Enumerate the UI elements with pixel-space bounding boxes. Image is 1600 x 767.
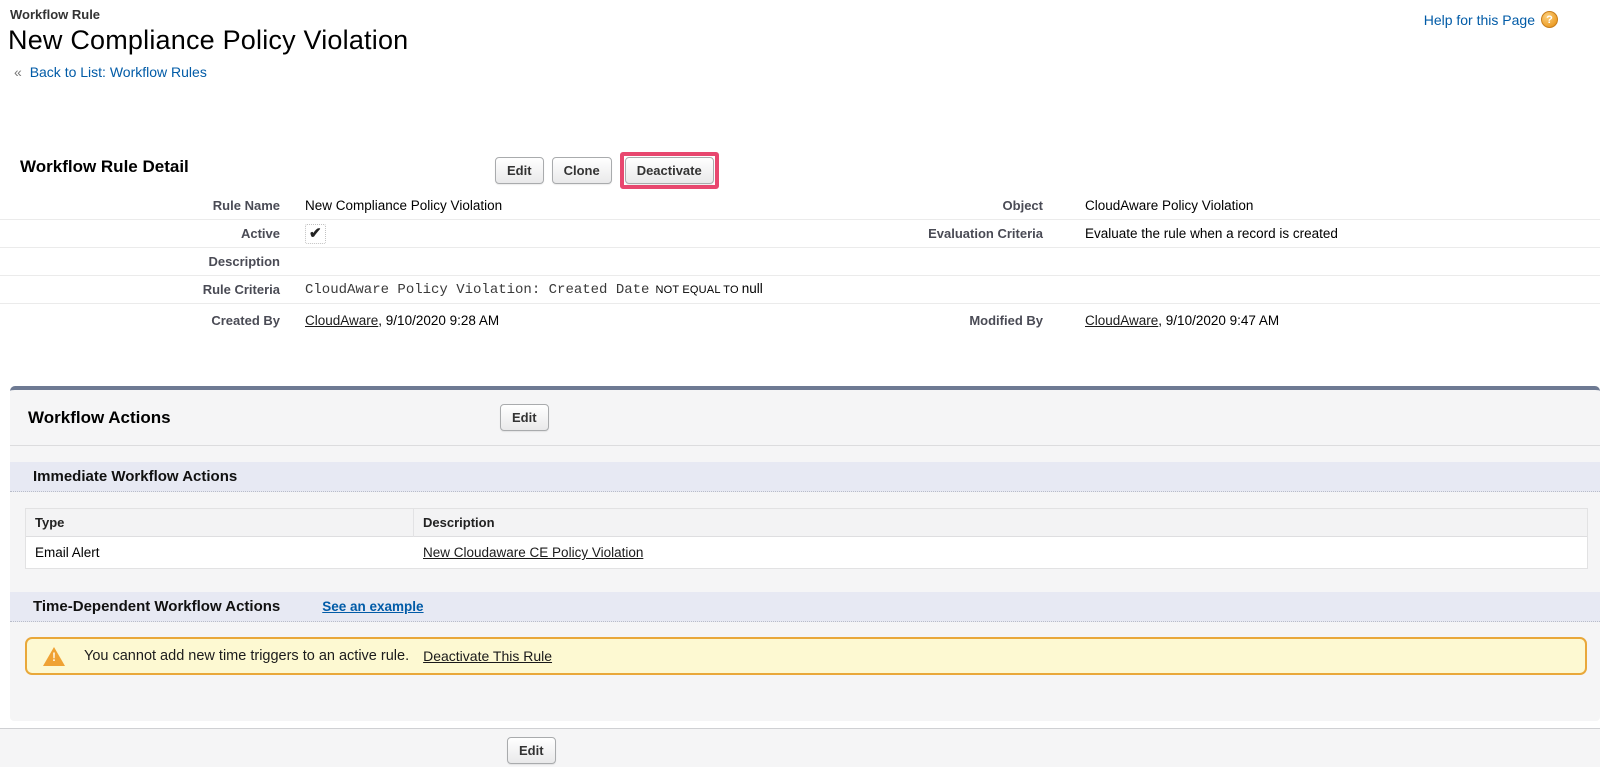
detail-row-created-by: Created By CloudAware, 9/10/2020 9:28 AM… <box>0 304 1600 337</box>
created-by-label: Created By <box>0 313 292 328</box>
created-by-value: CloudAware, 9/10/2020 9:28 AM <box>292 313 854 328</box>
evaluation-criteria-label: Evaluation Criteria <box>854 226 1055 241</box>
rule-criteria-value: CloudAware Policy Violation: Created Dat… <box>292 281 1600 298</box>
immediate-actions-heading: Immediate Workflow Actions <box>33 468 237 485</box>
criteria-expression: CloudAware Policy Violation: Created Dat… <box>305 282 649 298</box>
modified-by-label: Modified By <box>854 313 1055 328</box>
immediate-actions-bar: Immediate Workflow Actions <box>10 462 1600 492</box>
email-alert-link[interactable]: New Cloudaware CE Policy Violation <box>423 545 643 560</box>
rule-name-value: New Compliance Policy Violation <box>292 198 854 213</box>
action-type-cell: Email Alert <box>26 545 414 560</box>
created-by-date: , 9/10/2020 9:28 AM <box>378 313 499 328</box>
rule-criteria-label: Rule Criteria <box>0 282 292 297</box>
warning-message: You cannot add new time triggers to an a… <box>84 648 409 664</box>
criteria-operator: NOT EQUAL TO <box>655 284 738 296</box>
entity-type-label: Workflow Rule <box>10 7 1600 22</box>
time-dependent-actions-bar: Time-Dependent Workflow Actions See an e… <box>10 592 1600 622</box>
deactivate-button[interactable]: Deactivate <box>625 157 714 184</box>
see-an-example-link[interactable]: See an example <box>322 599 423 614</box>
back-to-list-link[interactable]: Back to List: Workflow Rules <box>30 64 207 80</box>
workflow-actions-edit-button[interactable]: Edit <box>500 404 549 431</box>
detail-row-rule-name: Rule Name New Compliance Policy Violatio… <box>0 192 1600 220</box>
column-header-type: Type <box>26 509 414 537</box>
table-header-row: Type Description <box>26 509 1587 537</box>
breadcrumb: « Back to List: Workflow Rules <box>14 64 1600 80</box>
detail-button-bar: Edit Clone Deactivate <box>495 152 719 189</box>
workflow-actions-header: Workflow Actions Edit <box>10 390 1600 446</box>
workflow-actions-heading: Workflow Actions <box>10 403 171 433</box>
created-by-user-link[interactable]: CloudAware <box>305 313 378 328</box>
page-title: New Compliance Policy Violation <box>8 25 1600 56</box>
detail-row-active: Active ✔ Evaluation Criteria Evaluate th… <box>0 220 1600 248</box>
clone-button[interactable]: Clone <box>552 157 612 184</box>
column-header-description: Description <box>414 509 1587 537</box>
deactivate-this-rule-link[interactable]: Deactivate This Rule <box>423 648 552 664</box>
workflow-rule-detail-section: Workflow Rule Detail Edit Clone Deactiva… <box>0 152 1600 337</box>
detail-section-heading: Workflow Rule Detail <box>0 152 1600 182</box>
modified-by-date: , 9/10/2020 9:47 AM <box>1158 313 1279 328</box>
immediate-actions-table: Type Description Email Alert New Cloudaw… <box>25 508 1588 569</box>
rule-name-label: Rule Name <box>0 198 292 213</box>
active-checkmark-icon: ✔ <box>305 224 326 244</box>
help-question-icon[interactable]: ? <box>1541 11 1558 28</box>
deactivate-highlight-annotation: Deactivate <box>620 152 719 189</box>
page-footer: Edit <box>0 728 1600 767</box>
help-link[interactable]: Help for this Page <box>1424 12 1535 28</box>
edit-button[interactable]: Edit <box>495 157 544 184</box>
workflow-actions-section: Workflow Actions Edit Immediate Workflow… <box>10 386 1600 721</box>
object-label: Object <box>854 198 1055 213</box>
criteria-null-value: null <box>742 281 763 296</box>
warning-triangle-icon <box>43 647 65 666</box>
object-value: CloudAware Policy Violation <box>1055 198 1600 213</box>
detail-header: Workflow Rule Detail Edit Clone Deactiva… <box>0 152 1600 192</box>
warning-banner: You cannot add new time triggers to an a… <box>25 637 1587 675</box>
detail-row-rule-criteria: Rule Criteria CloudAware Policy Violatio… <box>0 276 1600 304</box>
time-dependent-heading: Time-Dependent Workflow Actions <box>33 598 280 615</box>
modified-by-user-link[interactable]: CloudAware <box>1085 313 1158 328</box>
evaluation-criteria-value: Evaluate the rule when a record is creat… <box>1055 226 1600 241</box>
page-header: Workflow Rule New Compliance Policy Viol… <box>0 0 1600 80</box>
detail-row-description: Description <box>0 248 1600 276</box>
description-label: Description <box>0 254 292 269</box>
back-chevron-icon: « <box>14 64 22 80</box>
active-label: Active <box>0 226 292 241</box>
footer-edit-button[interactable]: Edit <box>507 737 556 764</box>
modified-by-value: CloudAware, 9/10/2020 9:47 AM <box>1055 313 1600 328</box>
table-row: Email Alert New Cloudaware CE Policy Vio… <box>26 537 1587 568</box>
help-for-this-page[interactable]: Help for this Page ? <box>1424 11 1558 28</box>
